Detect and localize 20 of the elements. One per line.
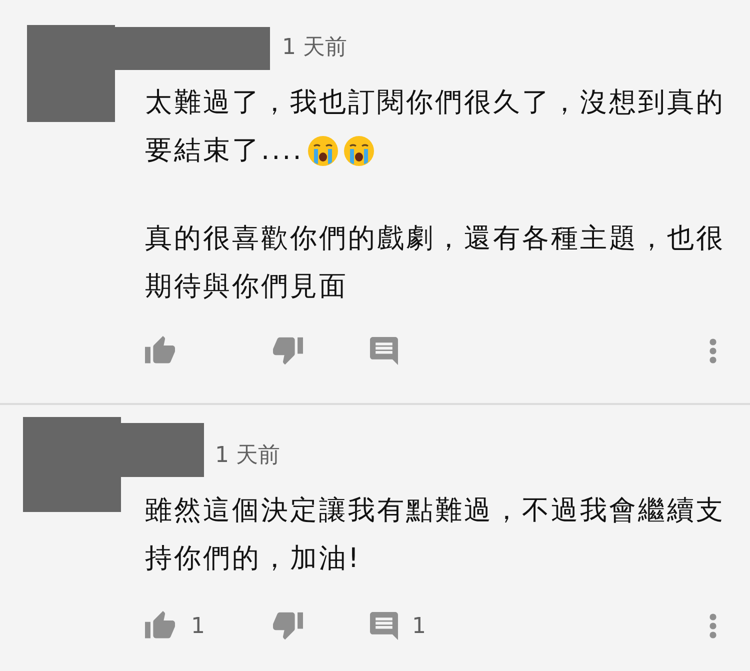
comment-text: 要結束了.... xyxy=(145,134,304,168)
comment-text: 期待與你們見面 xyxy=(145,270,348,304)
comment-text: 雖然這個決定讓我有點難過，不過我會繼續支 xyxy=(145,494,725,528)
comment-time: 1 天前 xyxy=(215,443,280,468)
thumbs-down-icon[interactable] xyxy=(273,611,303,641)
comment-text: 真的很喜歡你們的戲劇，還有各種主題，也很 xyxy=(145,222,725,256)
comment-time: 1 天前 xyxy=(282,35,347,60)
more-options-icon[interactable] xyxy=(709,613,717,639)
comment-icon[interactable] xyxy=(370,337,398,365)
comment-icon[interactable] xyxy=(370,612,398,640)
thumbs-up-icon[interactable] xyxy=(145,611,175,641)
like-count: 1 xyxy=(191,612,205,640)
thumbs-up-icon[interactable] xyxy=(145,336,175,366)
crying-face-icon xyxy=(343,135,376,167)
more-options-icon[interactable] xyxy=(709,338,717,364)
comment-text: 太難過了，我也訂閱你們很久了，沒想到真的 xyxy=(145,86,725,120)
thumbs-down-icon[interactable] xyxy=(273,336,303,366)
crying-face-icon xyxy=(307,135,340,167)
reply-count: 1 xyxy=(412,612,426,640)
comment-text: 持你們的，加油! xyxy=(145,542,361,576)
